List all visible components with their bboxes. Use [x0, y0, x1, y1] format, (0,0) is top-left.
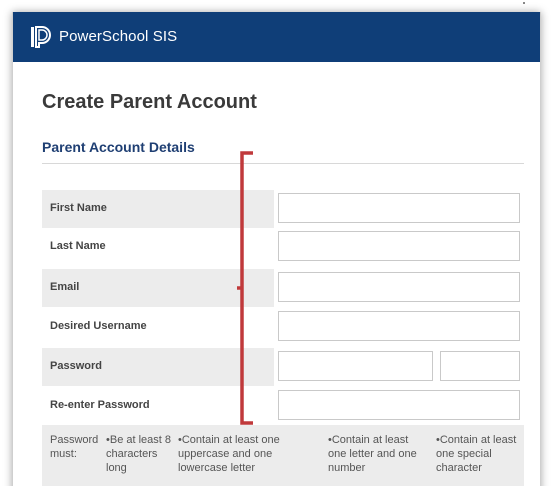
header-bar: PowerSchool SIS	[13, 12, 540, 62]
password-rule-length: •Be at least 8 characters long	[106, 434, 172, 474]
form-row-confirm-password: Re-enter Password	[42, 387, 524, 425]
first-name-input[interactable]	[278, 193, 520, 223]
password-rule-number: •Contain at least one letter and one num…	[328, 434, 417, 474]
last-name-label: Last Name	[50, 240, 106, 252]
email-label: Email	[50, 281, 80, 293]
password-input[interactable]	[278, 351, 433, 381]
password-rule-special: •Contain at least one special character	[436, 434, 517, 474]
form-row-password: Password	[42, 348, 524, 386]
section-divider	[42, 163, 524, 164]
password-strength-box[interactable]	[440, 351, 520, 381]
password-label: Password	[50, 360, 102, 372]
password-rules-heading: Password must:	[50, 434, 99, 460]
background-speck	[523, 2, 525, 4]
password-rules: Password must: •Be at least 8 characters…	[42, 425, 524, 486]
label-cell: Last Name	[42, 228, 274, 266]
password-rule-case: •Contain at least one uppercase and one …	[178, 434, 280, 474]
powerschool-logo-icon	[31, 26, 51, 48]
label-cell: Password	[42, 348, 274, 386]
label-cell: Desired Username	[42, 308, 274, 346]
form-row-first-name: First Name	[42, 190, 524, 228]
form-row-last-name: Last Name	[42, 228, 524, 266]
screenshot-stage: PowerSchool SIS Create Parent Account Pa…	[0, 0, 551, 486]
email-input[interactable]	[278, 272, 520, 302]
last-name-input[interactable]	[278, 231, 520, 261]
first-name-label: First Name	[50, 202, 107, 214]
label-cell: First Name	[42, 190, 274, 228]
confirm-password-input[interactable]	[278, 390, 520, 420]
username-label: Desired Username	[50, 320, 147, 332]
label-cell: Re-enter Password	[42, 387, 274, 425]
brand-name: PowerSchool SIS	[59, 28, 178, 45]
label-cell: Email	[42, 269, 274, 307]
form-row-email: Email	[42, 269, 524, 307]
form-row-username: Desired Username	[42, 308, 524, 346]
page-title: Create Parent Account	[42, 91, 257, 113]
confirm-password-label: Re-enter Password	[50, 399, 150, 411]
create-account-window: PowerSchool SIS Create Parent Account Pa…	[12, 12, 541, 486]
username-input[interactable]	[278, 311, 520, 341]
section-title: Parent Account Details	[42, 139, 195, 155]
